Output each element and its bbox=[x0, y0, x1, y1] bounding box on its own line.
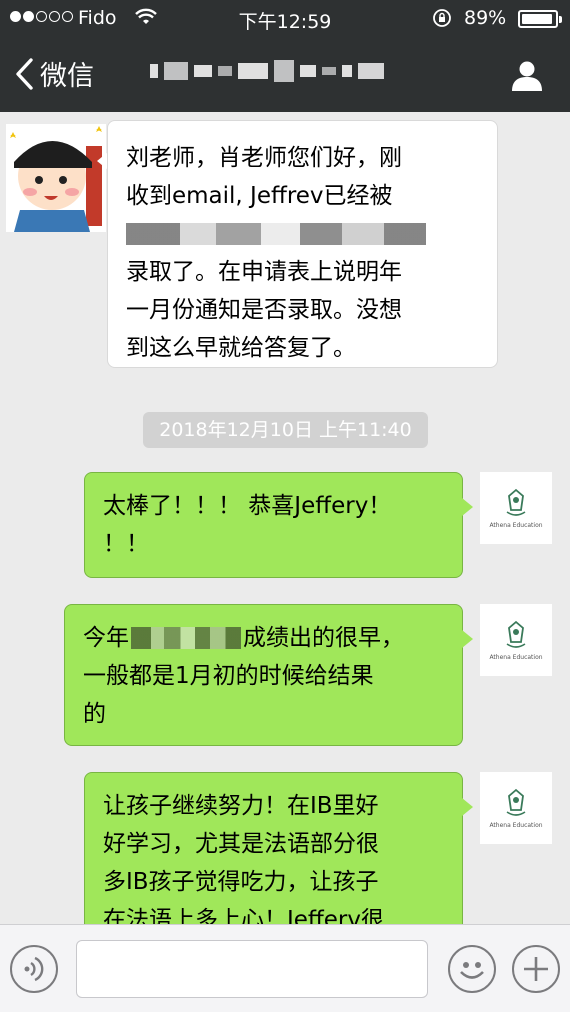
bubble-tail bbox=[462, 630, 473, 648]
bubble-tail bbox=[462, 798, 473, 816]
redacted-text bbox=[126, 215, 479, 253]
message-text: 成绩出的很早， bbox=[243, 625, 404, 651]
chat-title-redacted bbox=[150, 60, 384, 82]
timestamp-badge: 2018年12月10日 上午11:40 bbox=[143, 412, 428, 448]
rotation-lock-icon bbox=[433, 9, 451, 27]
bubble-tail bbox=[462, 498, 473, 516]
message-text: 今年 bbox=[83, 625, 129, 651]
battery-icon bbox=[518, 10, 562, 28]
message-line: 录取了。在申请表上说明年 bbox=[126, 259, 402, 285]
cartoon-avatar-icon bbox=[6, 124, 106, 232]
plus-icon bbox=[524, 957, 548, 981]
contact-avatar[interactable] bbox=[6, 124, 106, 232]
message-line: 收到email, Jeffrev已经被 bbox=[126, 183, 393, 209]
back-label: 微信 bbox=[40, 61, 94, 92]
plus-button[interactable] bbox=[512, 945, 560, 993]
athena-avatar[interactable]: Athena Education bbox=[480, 604, 552, 676]
athena-logo-icon bbox=[506, 488, 526, 516]
message-input[interactable] bbox=[76, 940, 428, 998]
emoji-icon bbox=[460, 962, 484, 979]
message-line: ！！ bbox=[103, 531, 149, 557]
message-line: 的 bbox=[83, 701, 106, 727]
emoji-button[interactable] bbox=[448, 945, 496, 993]
message-line: 到这么早就给答复了。 bbox=[126, 335, 356, 361]
status-bar: Fido 下午12:59 89% bbox=[0, 0, 570, 38]
athena-label: Athena Education bbox=[489, 821, 543, 829]
message-bubble-incoming[interactable]: 刘老师，肖老师您们好，刚 收到email, Jeffrev已经被 录取了。在申请… bbox=[107, 120, 498, 368]
message-line: 让孩子继续努力！在IB里好 bbox=[103, 793, 379, 819]
message-line: 多IB孩子觉得吃力，让孩子 bbox=[103, 869, 379, 895]
athena-logo-icon bbox=[506, 620, 526, 648]
message-line: 一般都是1月初的时候给结果 bbox=[83, 663, 374, 689]
message-line: 好学习，尤其是法语部分很 bbox=[103, 831, 379, 857]
voice-button[interactable] bbox=[10, 945, 58, 993]
person-icon[interactable] bbox=[510, 58, 544, 92]
athena-logo-icon bbox=[506, 788, 526, 816]
message-bubble-outgoing[interactable]: 今年 成绩出的很早， 一般都是1月初的时候给结果 的 bbox=[64, 604, 463, 746]
nav-bar: 微信 bbox=[0, 38, 570, 112]
athena-avatar[interactable]: Athena Education bbox=[480, 772, 552, 844]
athena-label: Athena Education bbox=[489, 521, 543, 529]
message-line: 今年 成绩出的很早， bbox=[83, 619, 444, 657]
message-line: 一月份通知是否录取。没想 bbox=[126, 297, 402, 323]
back-button[interactable]: 微信 bbox=[14, 54, 94, 93]
battery-percent: 89% bbox=[464, 7, 507, 29]
athena-avatar[interactable]: Athena Education bbox=[480, 472, 552, 544]
message-bubble-outgoing[interactable]: 太棒了！！！ 恭喜Jeffery！ ！！ bbox=[84, 472, 463, 578]
athena-label: Athena Education bbox=[489, 653, 543, 661]
message-line: 刘老师，肖老师您们好，刚 bbox=[126, 145, 402, 171]
message-line: 太棒了！！！ 恭喜Jeffery！ bbox=[103, 493, 392, 519]
voice-icon bbox=[24, 956, 44, 982]
input-toolbar bbox=[0, 924, 570, 1012]
header: Fido 下午12:59 89% 微信 bbox=[0, 0, 570, 112]
chevron-left-icon bbox=[16, 57, 33, 90]
